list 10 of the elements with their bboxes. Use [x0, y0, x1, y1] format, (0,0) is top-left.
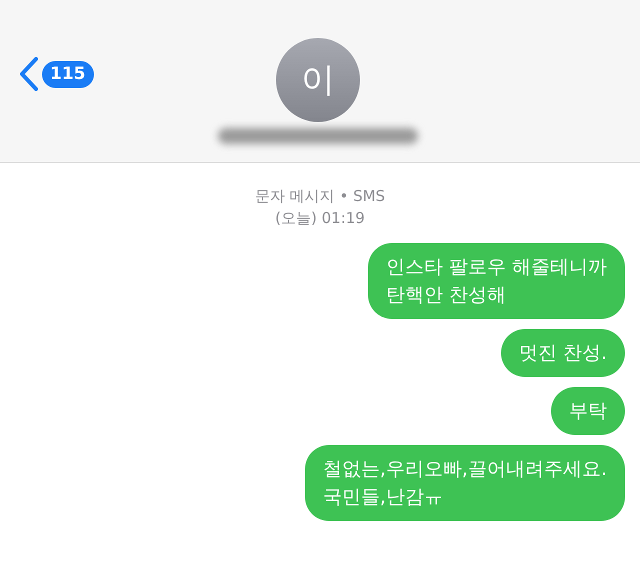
message-bubble: 부탁	[551, 387, 625, 435]
message-bubble: 철없는,우리오빠,끌어내려주세요. 국민들,난감ㅠ	[304, 445, 625, 521]
service-label: 문자 메시지 • SMS	[254, 186, 386, 207]
unread-count-badge: 115	[42, 60, 94, 88]
back-button[interactable]: 115	[18, 56, 94, 92]
back-icon	[18, 56, 40, 92]
message-bubble: 인스타 팔로우 해줄테니까 탄핵안 찬성해	[368, 243, 625, 319]
timestamp: (오늘) 01:19	[275, 208, 365, 229]
contact-avatar[interactable]: 이	[276, 38, 360, 122]
message-bubble: 멋진 찬성.	[500, 329, 625, 377]
